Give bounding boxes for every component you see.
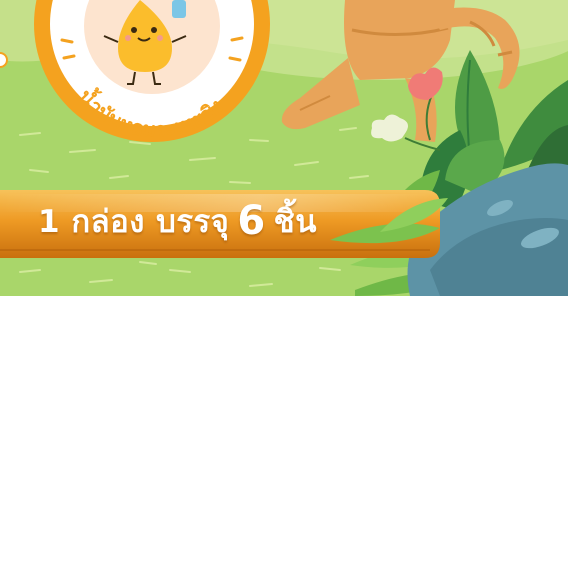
product-banner: น้ำมันหอมระเหยขิง 1 กล่อง บรรจุ 6 ชิ้น [0, 0, 568, 296]
package-prefix-text: 1 กล่อง บรรจุ [38, 204, 230, 240]
package-contents-label: 1 กล่อง บรรจุ 6 ชิ้น [38, 196, 317, 246]
package-count: 6 [237, 198, 266, 244]
package-unit-text: ชิ้น [273, 204, 317, 240]
scene-illustration: น้ำมันหอมระเหยขิง [0, 0, 568, 296]
empty-area [0, 296, 568, 568]
